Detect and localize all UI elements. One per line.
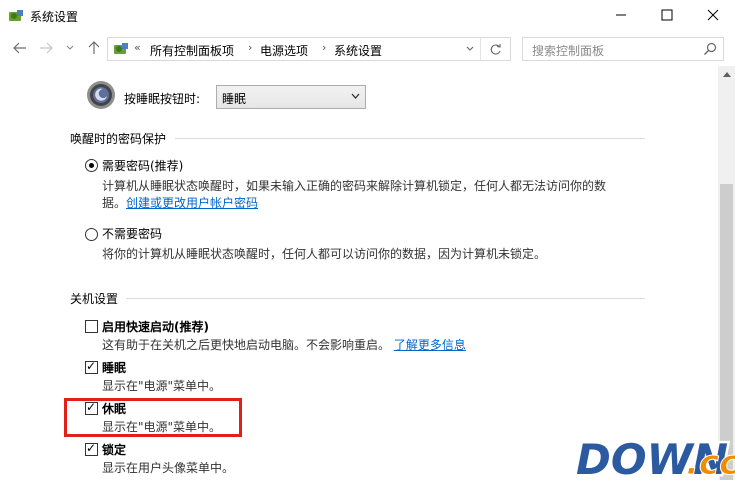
forward-arrow-icon xyxy=(40,42,53,54)
back-arrow-icon xyxy=(13,42,26,54)
chevron-down-icon xyxy=(351,92,360,102)
require-password-description-continued: 据。创建或更改用户帐户密码 xyxy=(102,194,258,211)
navigation-bar: « 所有控制面板项 › 电源选项 › 系统设置 搜索控制面板 xyxy=(0,32,735,66)
chevron-down-icon xyxy=(66,45,74,50)
require-password-description: 计算机从睡眠状态唤醒时，如果未输入正确的密码来解除计算机锁定，任何人都无法访问你… xyxy=(102,179,607,193)
breadcrumb-overflow[interactable]: « xyxy=(134,41,141,54)
up-arrow-icon xyxy=(88,41,100,54)
title-bar: 系统设置 xyxy=(0,0,735,32)
minimize-button[interactable] xyxy=(598,0,644,30)
forward-button[interactable] xyxy=(38,40,54,56)
fast-startup-checkbox[interactable] xyxy=(85,320,98,333)
no-password-description: 将你的计算机从睡眠状态唤醒时，任何人都可以访问你的数据，因为计算机未锁定。 xyxy=(102,247,547,261)
breadcrumb-separator[interactable]: › xyxy=(322,41,326,54)
lock-description: 显示在用户头像菜单中。 xyxy=(102,461,235,475)
no-password-radio[interactable] xyxy=(85,228,98,241)
create-password-link[interactable]: 创建或更改用户帐户密码 xyxy=(126,196,258,210)
breadcrumb-power-options[interactable]: 电源选项 xyxy=(260,42,308,59)
breadcrumb-separator[interactable]: › xyxy=(248,41,252,54)
vertical-scrollbar[interactable] xyxy=(718,66,735,480)
scroll-up-button[interactable] xyxy=(718,66,735,83)
fast-startup-label[interactable]: 启用快速启动(推荐) xyxy=(102,318,209,335)
fast-startup-description: 这有助于在关机之后更快地启动电脑。不会影响重启。 了解更多信息 xyxy=(102,336,466,353)
control-panel-icon xyxy=(8,8,24,24)
search-placeholder[interactable]: 搜索控制面板 xyxy=(532,42,604,59)
sleep-button-label: 按睡眠按钮时: xyxy=(124,92,201,106)
search-icon[interactable] xyxy=(703,42,717,56)
recent-locations-button[interactable] xyxy=(62,40,78,56)
sleep-button-action-select[interactable]: 睡眠 xyxy=(216,85,366,109)
breadcrumb-all-control-panel-items[interactable]: 所有控制面板项 xyxy=(150,42,234,59)
sleep-label[interactable]: 睡眠 xyxy=(102,359,126,376)
back-button[interactable] xyxy=(12,40,28,56)
sleep-button-action-value: 睡眠 xyxy=(222,92,247,106)
section-divider xyxy=(126,298,645,299)
no-password-label[interactable]: 不需要密码 xyxy=(102,225,162,242)
close-button[interactable] xyxy=(690,0,735,30)
sleep-description: 显示在"电源"菜单中。 xyxy=(102,379,222,393)
control-panel-icon xyxy=(113,41,129,57)
wake-password-heading: 唤醒时的密码保护 xyxy=(70,132,167,146)
sleep-checkbox[interactable] xyxy=(85,359,98,374)
search-box[interactable]: 搜索控制面板 xyxy=(522,37,724,61)
lock-checkbox[interactable] xyxy=(85,441,98,456)
require-password-description-end: 据。 xyxy=(102,196,127,210)
require-password-radio[interactable] xyxy=(85,159,98,172)
breadcrumb-system-settings[interactable]: 系统设置 xyxy=(334,42,382,59)
lock-label[interactable]: 锁定 xyxy=(102,441,126,458)
section-divider xyxy=(175,138,645,139)
shutdown-settings-heading: 关机设置 xyxy=(70,292,119,306)
refresh-icon xyxy=(490,43,501,55)
settings-content: 按睡眠按钮时: 睡眠 唤醒时的密码保护 需要密码(推荐) 计算机从睡眠状态唤醒时… xyxy=(0,66,718,480)
chevron-up-icon xyxy=(722,72,731,77)
power-button-icon xyxy=(86,80,116,110)
fast-startup-description-text: 这有助于在关机之后更快地启动电脑。不会影响重启。 xyxy=(102,338,391,352)
down-cc-watermark: DOWN DOWN .cc xyxy=(574,433,735,480)
require-password-label[interactable]: 需要密码(推荐) xyxy=(102,157,183,174)
chevron-down-icon xyxy=(466,46,474,51)
up-button[interactable] xyxy=(86,40,102,56)
refresh-button[interactable] xyxy=(480,38,510,60)
window-title: 系统设置 xyxy=(30,10,79,24)
address-bar[interactable]: « 所有控制面板项 › 电源选项 › 系统设置 xyxy=(107,37,511,61)
hibernate-highlight-box xyxy=(64,398,242,437)
address-dropdown-button[interactable] xyxy=(462,41,478,57)
maximize-button[interactable] xyxy=(644,0,690,30)
watermark-suffix: .cc xyxy=(686,443,735,480)
learn-more-link[interactable]: 了解更多信息 xyxy=(394,338,466,352)
